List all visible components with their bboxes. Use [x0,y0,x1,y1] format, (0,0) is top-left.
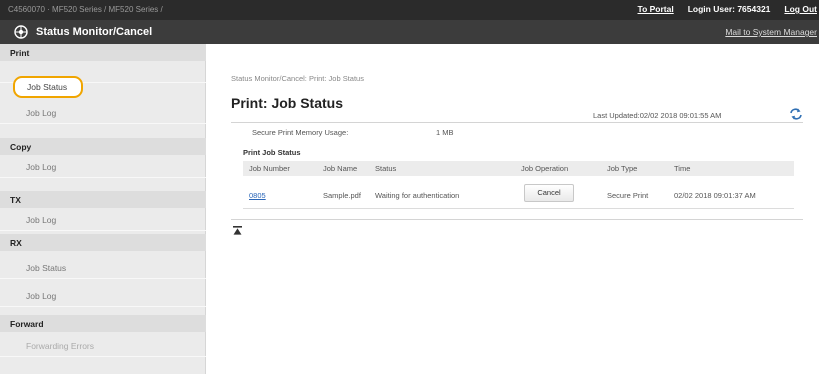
app-header: Status Monitor/Cancel Mail to System Man… [0,20,819,44]
page-title: Print: Job Status [231,95,344,111]
breadcrumb: Status Monitor/Cancel: Print: Job Status [231,74,364,83]
title-divider [231,122,803,123]
col-job-name: Job Name [323,164,358,173]
row-divider [243,208,794,209]
main-content: Status Monitor/Cancel: Print: Job Status… [206,44,819,374]
col-status: Status [375,164,397,173]
sidebar-item-rx-job-log[interactable]: Job Log [0,285,206,307]
content-divider [231,219,803,220]
sidebar-heading-print: Print [0,44,206,61]
sidebar-heading-tx: TX [0,191,206,208]
top-links: To Portal Login User: 7654321 Log Out [638,4,817,14]
col-job-operation: Job Operation [521,164,569,173]
job-status: Waiting for authentication [375,191,460,200]
col-time: Time [674,164,691,173]
sidebar-heading-copy: Copy [0,138,206,155]
sidebar-item-copy-job-log[interactable]: Job Log [0,156,206,178]
cancel-button[interactable]: Cancel [524,184,574,202]
app-title: Status Monitor/Cancel [36,26,153,38]
job-number-link[interactable]: 0805 [249,191,266,200]
refresh-icon[interactable] [789,108,803,120]
back-to-top-icon[interactable] [233,226,242,235]
job-name: Sample.pdf [323,191,361,200]
device-name: C4560070 · MF520 Series / MF520 Series / [8,5,163,14]
table-header: Job Number Job Name Status Job Operation… [243,161,794,176]
login-user: Login User: 7654321 [687,4,771,14]
sidebar: Print Job Status Job Log Copy Job Log TX… [0,44,206,374]
sidebar-item-print-job-log[interactable]: Job Log [0,102,206,124]
sidebar-item-forwarding-errors[interactable]: Forwarding Errors [0,335,206,357]
memory-usage-label: Secure Print Memory Usage: [252,128,349,137]
top-bar: C4560070 · MF520 Series / MF520 Series /… [0,0,819,20]
sidebar-item-rx-job-status[interactable]: Job Status [0,257,206,279]
sidebar-heading-rx: RX [0,234,206,251]
sidebar-item-tx-job-log[interactable]: Job Log [0,209,206,231]
col-job-number: Job Number [249,164,290,173]
last-updated: Last Updated:02/02 2018 09:01:55 AM [593,111,722,120]
section-title: Print Job Status [243,148,301,157]
sidebar-item-print-job-status-selected[interactable]: Job Status [13,76,83,98]
memory-usage-value: 1 MB [436,128,454,137]
log-out-link[interactable]: Log Out [784,4,817,14]
job-type: Secure Print [607,191,649,200]
sidebar-heading-forward: Forward [0,315,206,332]
col-job-type: Job Type [607,164,638,173]
device-logo-icon [14,25,28,39]
mail-to-system-manager-link[interactable]: Mail to System Manager [725,27,817,37]
job-time: 02/02 2018 09:01:37 AM [674,191,756,200]
to-portal-link[interactable]: To Portal [638,4,674,14]
